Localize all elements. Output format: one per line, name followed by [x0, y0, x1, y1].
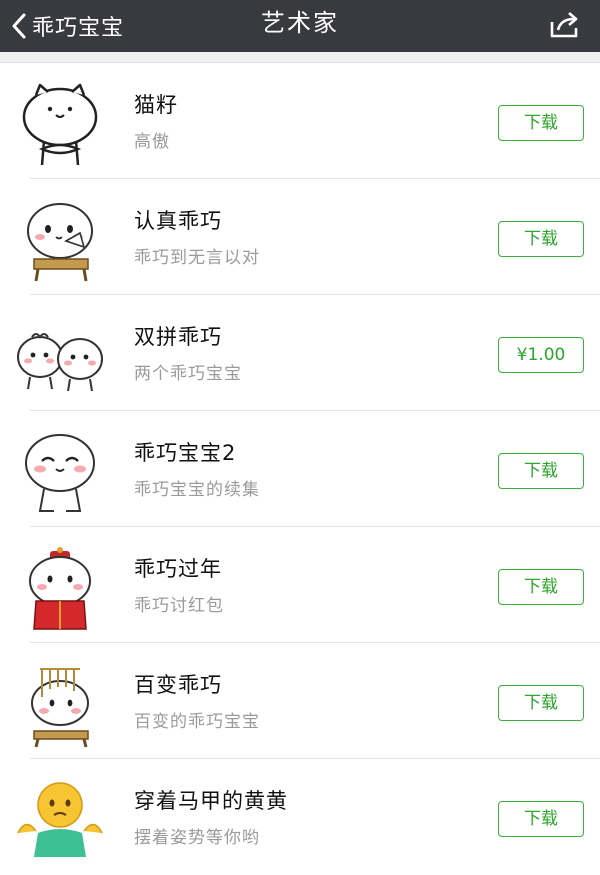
- item-description: 摆着姿势等你哟: [134, 828, 260, 848]
- section-gap: [0, 52, 600, 63]
- item-name: 百变乖巧: [134, 673, 222, 697]
- list-item[interactable]: 双拼乖巧 两个乖巧宝宝 ¥1.00: [0, 295, 600, 411]
- list-item[interactable]: 乖巧过年 乖巧讨红包 下载: [0, 527, 600, 643]
- price-button[interactable]: ¥1.00: [498, 337, 584, 373]
- item-description: 乖巧讨红包: [134, 596, 224, 616]
- item-name: 猫籽: [134, 93, 178, 117]
- item-name: 认真乖巧: [134, 209, 222, 233]
- cage-bun-sticker-icon: [14, 661, 106, 749]
- download-button[interactable]: 下载: [498, 221, 584, 257]
- item-name: 乖巧宝宝2: [134, 441, 237, 465]
- list-item[interactable]: 穿着马甲的黄黄 摆着姿势等你哟 下载: [0, 759, 600, 875]
- chevron-left-icon: [12, 13, 26, 39]
- yellow-emoji-sticker-icon: [14, 777, 106, 865]
- item-name: 乖巧过年: [134, 557, 222, 581]
- download-button[interactable]: 下载: [498, 685, 584, 721]
- share-icon[interactable]: [548, 10, 582, 40]
- item-name: 双拼乖巧: [134, 325, 222, 349]
- happy-bun-sticker-icon: [14, 429, 106, 517]
- item-description: 高傲: [134, 132, 170, 152]
- back-button[interactable]: 乖巧宝宝: [10, 0, 124, 52]
- back-label: 乖巧宝宝: [32, 16, 125, 41]
- new-year-bun-sticker-icon: [14, 545, 106, 633]
- download-button[interactable]: 下载: [498, 453, 584, 489]
- item-name: 穿着马甲的黄黄: [134, 789, 288, 813]
- sticker-list: 猫籽 高傲 下载 认真乖巧 乖巧到无言以对 下载 双拼乖巧 两个乖巧宝宝 ¥1.…: [0, 63, 600, 875]
- list-item[interactable]: 百变乖巧 百变的乖巧宝宝 下载: [0, 643, 600, 759]
- twin-bun-sticker-icon: [14, 313, 106, 401]
- navigation-bar: 乖巧宝宝 艺术家: [0, 0, 600, 52]
- list-item[interactable]: 猫籽 高傲 下载: [0, 63, 600, 179]
- cat-sticker-icon: [14, 81, 106, 169]
- item-description: 乖巧到无言以对: [134, 248, 260, 268]
- item-description: 两个乖巧宝宝: [134, 364, 242, 384]
- item-description: 百变的乖巧宝宝: [134, 712, 260, 732]
- list-item[interactable]: 认真乖巧 乖巧到无言以对 下载: [0, 179, 600, 295]
- download-button[interactable]: 下载: [498, 801, 584, 837]
- download-button[interactable]: 下载: [498, 569, 584, 605]
- download-button[interactable]: 下载: [498, 105, 584, 141]
- list-item[interactable]: 乖巧宝宝2 乖巧宝宝的续集 下载: [0, 411, 600, 527]
- item-description: 乖巧宝宝的续集: [134, 480, 260, 500]
- fan-bun-sticker-icon: [14, 197, 106, 285]
